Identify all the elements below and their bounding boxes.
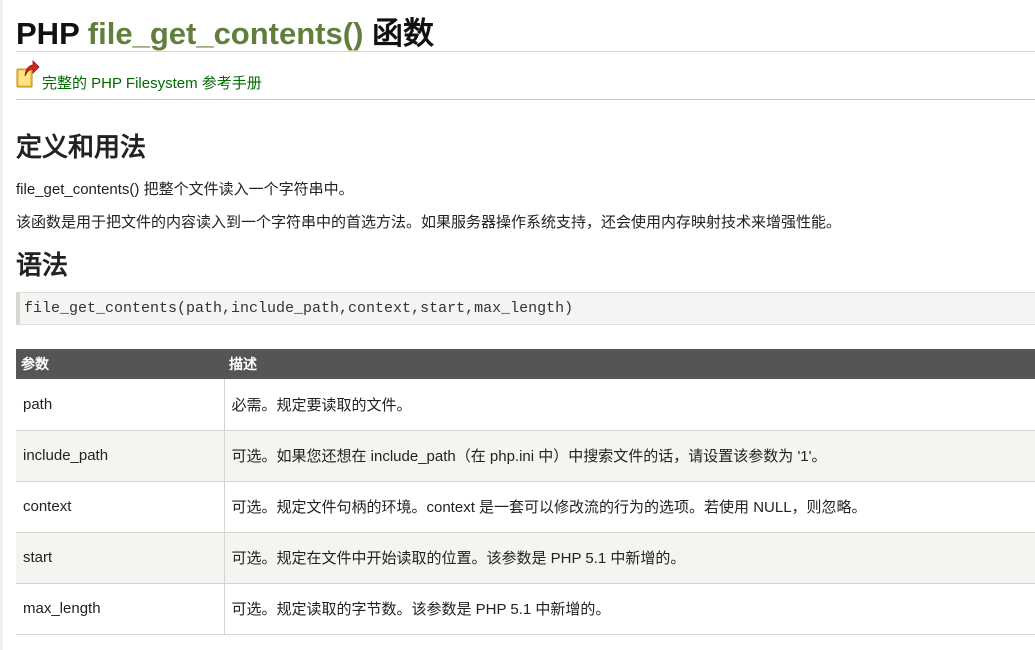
syntax-heading: 语法 (16, 250, 69, 280)
table-row: context 可选。规定文件句柄的环境。context 是一套可以修改流的行为… (16, 481, 1035, 533)
param-name: path (16, 379, 225, 431)
page-title: PHP file_get_contents() 函数 (16, 0, 1035, 52)
param-description: 可选。规定读取的字节数。该参数是 PHP 5.1 中新增的。 (224, 583, 1035, 635)
header-description: 描述 (224, 349, 1035, 379)
param-name: include_path (16, 430, 225, 482)
definition-heading: 定义和用法 (16, 132, 147, 162)
definition-paragraph-1: file_get_contents() 把整个文件读入一个字符串中。 (16, 181, 354, 198)
table-row: path 必需。规定要读取的文件。 (16, 379, 1035, 431)
table-row: start 可选。规定在文件中开始读取的位置。该参数是 PHP 5.1 中新增的… (16, 532, 1035, 584)
param-name: start (16, 532, 225, 584)
param-name: context (16, 481, 225, 533)
param-description: 可选。规定在文件中开始读取的位置。该参数是 PHP 5.1 中新增的。 (224, 532, 1035, 584)
title-function-name: file_get_contents() (87, 16, 364, 51)
param-name: max_length (16, 583, 225, 635)
back-to-reference-link[interactable]: 完整的 PHP Filesystem 参考手册 (42, 72, 262, 93)
syntax-code-block: file_get_contents(path,include_path,cont… (16, 292, 1035, 325)
parameters-table: 参数 描述 path 必需。规定要读取的文件。 include_path 可选。… (16, 349, 1035, 635)
table-row: include_path 可选。如果您还想在 include_path（在 ph… (16, 430, 1035, 482)
title-prefix: PHP (16, 16, 88, 51)
title-suffix: 函数 (363, 16, 435, 51)
table-header-row: 参数 描述 (16, 349, 1035, 379)
definition-paragraph-2: 该函数是用于把文件的内容读入到一个字符串中的首选方法。如果服务器操作系统支持，还… (16, 214, 842, 231)
param-description: 可选。规定文件句柄的环境。context 是一套可以修改流的行为的选项。若使用 … (224, 481, 1035, 533)
table-row: max_length 可选。规定读取的字节数。该参数是 PHP 5.1 中新增的… (16, 583, 1035, 635)
left-divider (0, 0, 3, 650)
back-arrow-folder-icon[interactable] (16, 59, 40, 89)
param-description: 必需。规定要读取的文件。 (224, 379, 1035, 431)
back-link-row: 完整的 PHP Filesystem 参考手册 (16, 52, 1035, 100)
header-param: 参数 (16, 349, 224, 379)
main-content: PHP file_get_contents() 函数 完整的 PHP Files… (16, 0, 1035, 635)
page: PHP file_get_contents() 函数 完整的 PHP Files… (0, 0, 1035, 650)
param-description: 可选。如果您还想在 include_path（在 php.ini 中）中搜索文件… (224, 430, 1035, 482)
